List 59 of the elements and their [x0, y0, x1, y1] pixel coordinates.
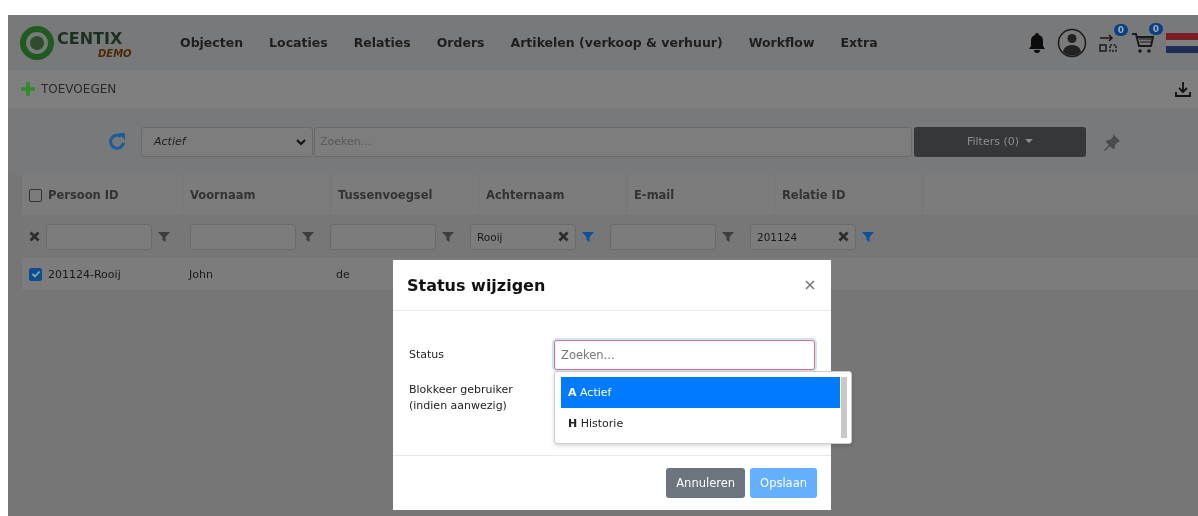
nav-link[interactable]: Orders — [436, 35, 485, 50]
column-title: E-mail — [634, 188, 675, 202]
nav-link[interactable]: Objecten — [180, 35, 244, 50]
checkbox[interactable] — [29, 188, 42, 202]
pin-icon[interactable] — [1102, 131, 1122, 152]
filters-button[interactable]: Filters (0) — [914, 126, 1086, 157]
chevron-down-icon — [296, 137, 306, 146]
clear-icon[interactable] — [29, 231, 40, 242]
column-title: Achternaam — [486, 188, 565, 202]
count-badge: 0 — [1113, 23, 1128, 36]
refresh-icon[interactable] — [108, 132, 127, 151]
funnel-icon[interactable] — [442, 230, 454, 243]
filter-field[interactable]: 201124 — [750, 223, 856, 250]
funnel-icon[interactable] — [582, 230, 594, 243]
flag-icon[interactable] — [1166, 32, 1198, 53]
clear-icon[interactable] — [838, 231, 849, 242]
status-search-field[interactable]: Zoeken... — [554, 340, 815, 370]
status-select[interactable]: Actief — [141, 126, 313, 157]
nav-link[interactable]: Relaties — [353, 35, 411, 50]
download-icon[interactable] — [1174, 80, 1192, 98]
column-title: Relatie ID — [782, 188, 846, 202]
column-title: Voornaam — [190, 188, 256, 202]
nav-link[interactable]: Extra — [840, 35, 878, 50]
funnel-icon[interactable] — [158, 230, 170, 243]
scrollbar[interactable] — [841, 377, 847, 438]
filter-value: Rooij — [477, 230, 503, 243]
logo-ring-icon — [20, 25, 54, 60]
dialog-button[interactable]: Annuleren — [666, 468, 746, 498]
dropdown-option[interactable]: A Actief — [561, 377, 840, 408]
clear-icon[interactable] — [558, 231, 569, 242]
table-cell: de — [336, 267, 350, 281]
close-icon[interactable] — [805, 280, 815, 290]
add-button[interactable]: TOEVOEGEN — [20, 81, 117, 97]
plus-icon — [20, 81, 36, 97]
table-cell: 201124-Rooij — [48, 267, 121, 281]
caret-icon — [1025, 139, 1034, 144]
transfer-icon[interactable] — [1098, 31, 1120, 54]
count-badge: 0 — [1148, 22, 1163, 35]
modal-title: Status wijzigen — [407, 275, 546, 295]
cart-icon[interactable] — [1131, 30, 1155, 55]
field-label: Blokkeer gebruiker (indien aanwezig) — [409, 382, 514, 414]
filter-value: 201124 — [757, 230, 798, 243]
funnel-icon[interactable] — [862, 230, 874, 243]
logo-text[interactable]: CENTIX — [57, 29, 123, 48]
logo-subtitle: DEMO — [98, 47, 132, 59]
checkbox[interactable] — [29, 267, 42, 281]
user-avatar-icon[interactable] — [1057, 27, 1087, 58]
column-title: Persoon ID — [48, 188, 119, 202]
bell-icon[interactable] — [1028, 31, 1046, 54]
field-label: Status — [409, 347, 446, 363]
funnel-icon[interactable] — [302, 230, 314, 243]
table-cell: John — [189, 267, 213, 281]
funnel-icon[interactable] — [722, 230, 734, 243]
dropdown-option[interactable]: H Historie — [561, 408, 840, 439]
column-title: Tussenvoegsel — [338, 188, 433, 202]
filter-field[interactable]: Rooij — [470, 223, 576, 250]
nav-link[interactable]: Locaties — [269, 35, 328, 50]
nav-link[interactable]: Workflow — [748, 35, 815, 50]
nav-link[interactable]: Artikelen (verkoop & verhuur) — [510, 35, 723, 50]
